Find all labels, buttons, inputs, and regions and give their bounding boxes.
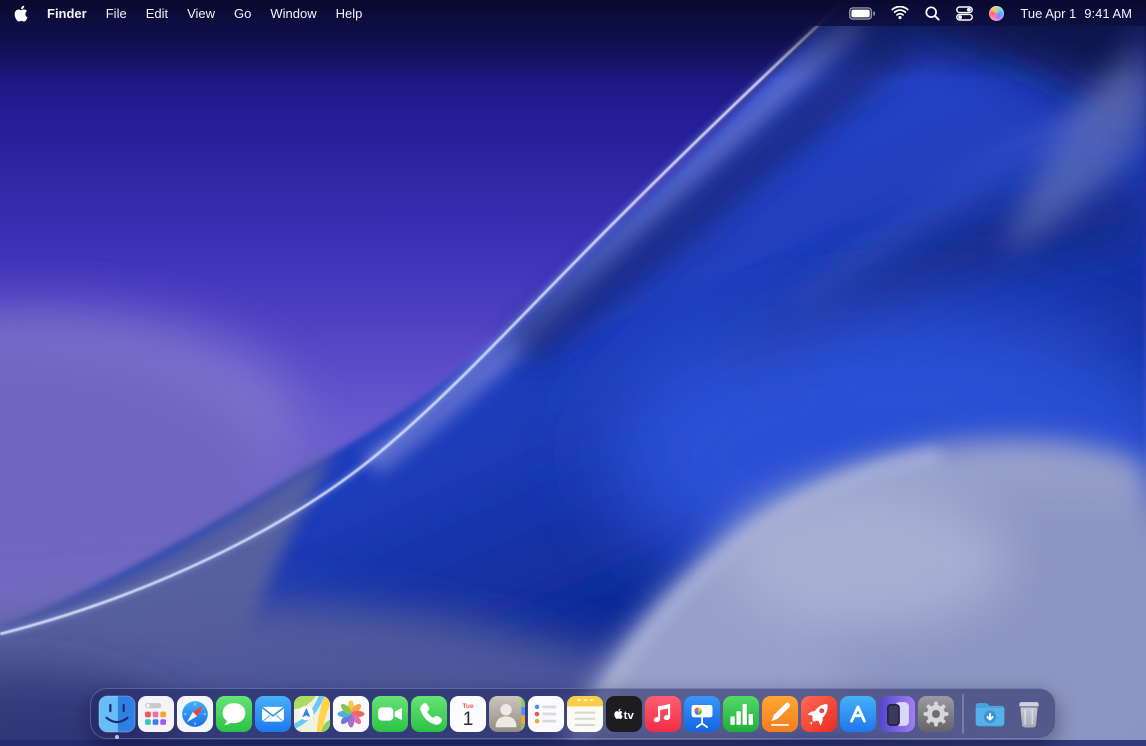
notes-icon [566, 695, 604, 733]
menu-item-window[interactable]: Window [270, 6, 316, 21]
dock-item-keynote[interactable] [683, 695, 721, 733]
dock-item-maps[interactable] [293, 695, 331, 733]
rocket-icon [800, 695, 838, 733]
svg-text:1: 1 [463, 708, 474, 729]
dock-item-safari[interactable] [176, 695, 214, 733]
dock: Tue 1 [90, 688, 1056, 739]
dock-item-rocket[interactable] [800, 695, 838, 733]
menu-item-finder[interactable]: Finder [47, 6, 87, 21]
clock-time: 9:41 AM [1084, 6, 1132, 21]
mail-icon [254, 695, 292, 733]
facetime-icon [371, 695, 409, 733]
running-indicator [115, 735, 119, 739]
menu-item-file[interactable]: File [106, 6, 127, 21]
menu-bar-clock[interactable]: Tue Apr 1 9:41 AM [1020, 6, 1132, 21]
menu-bar: Finder File Edit View Go Window Help [0, 0, 1146, 26]
dock-item-mail[interactable] [254, 695, 292, 733]
dock-item-music[interactable] [644, 695, 682, 733]
dock-item-trash[interactable] [1010, 695, 1048, 733]
phone-icon [410, 695, 448, 733]
dock-item-pages[interactable] [761, 695, 799, 733]
finder-icon [98, 695, 136, 733]
dock-item-notes[interactable] [566, 695, 604, 733]
photos-icon [332, 695, 370, 733]
desktop-wallpaper [0, 0, 1146, 746]
dock-item-messages[interactable] [215, 695, 253, 733]
maps-icon [293, 695, 331, 733]
dock-separator [962, 694, 964, 734]
launchpad-icon [137, 695, 175, 733]
menu-item-go[interactable]: Go [234, 6, 251, 21]
desktop: Finder File Edit View Go Window Help [0, 0, 1146, 746]
clock-date: Tue Apr 1 [1020, 6, 1076, 21]
downloads-folder-icon [971, 695, 1009, 733]
wifi-icon[interactable] [891, 6, 909, 20]
dock-item-facetime[interactable] [371, 695, 409, 733]
dock-item-phone[interactable] [410, 695, 448, 733]
battery-icon[interactable] [849, 7, 875, 20]
dock-item-app-store[interactable] [839, 695, 877, 733]
dock-item-system-settings[interactable] [917, 695, 955, 733]
music-icon [644, 695, 682, 733]
control-center-icon[interactable] [956, 6, 973, 21]
dock-item-numbers[interactable] [722, 695, 760, 733]
menu-item-edit[interactable]: Edit [146, 6, 168, 21]
menu-item-view[interactable]: View [187, 6, 215, 21]
menu-bar-status: Tue Apr 1 9:41 AM [849, 6, 1132, 21]
reminders-icon [527, 695, 565, 733]
apple-menu-logo-icon[interactable] [14, 5, 28, 22]
keynote-icon [683, 695, 721, 733]
svg-text:tv: tv [624, 710, 635, 722]
calendar-icon: Tue 1 [449, 695, 487, 733]
dock-item-downloads[interactable] [971, 695, 1009, 733]
safari-icon [176, 695, 214, 733]
trash-icon [1010, 695, 1048, 733]
dock-item-contacts[interactable] [488, 695, 526, 733]
messages-icon [215, 695, 253, 733]
dock-item-launchpad[interactable] [137, 695, 175, 733]
app-store-icon [839, 695, 877, 733]
dock-item-photos[interactable] [332, 695, 370, 733]
pages-icon [761, 695, 799, 733]
spotlight-icon[interactable] [925, 6, 940, 21]
iphone-mirroring-icon [878, 695, 916, 733]
menu-item-help[interactable]: Help [336, 6, 363, 21]
dock-item-iphone-mirroring[interactable] [878, 695, 916, 733]
siri-icon[interactable] [989, 6, 1004, 21]
dock-item-tv[interactable]: tv [605, 695, 643, 733]
dock-item-finder[interactable] [98, 695, 136, 733]
system-settings-icon [917, 695, 955, 733]
numbers-icon [722, 695, 760, 733]
contacts-icon [488, 695, 526, 733]
dock-item-calendar[interactable]: Tue 1 [449, 695, 487, 733]
menu-bar-left: Finder File Edit View Go Window Help [14, 5, 362, 22]
dock-item-reminders[interactable] [527, 695, 565, 733]
apple-tv-icon: tv [605, 695, 643, 733]
